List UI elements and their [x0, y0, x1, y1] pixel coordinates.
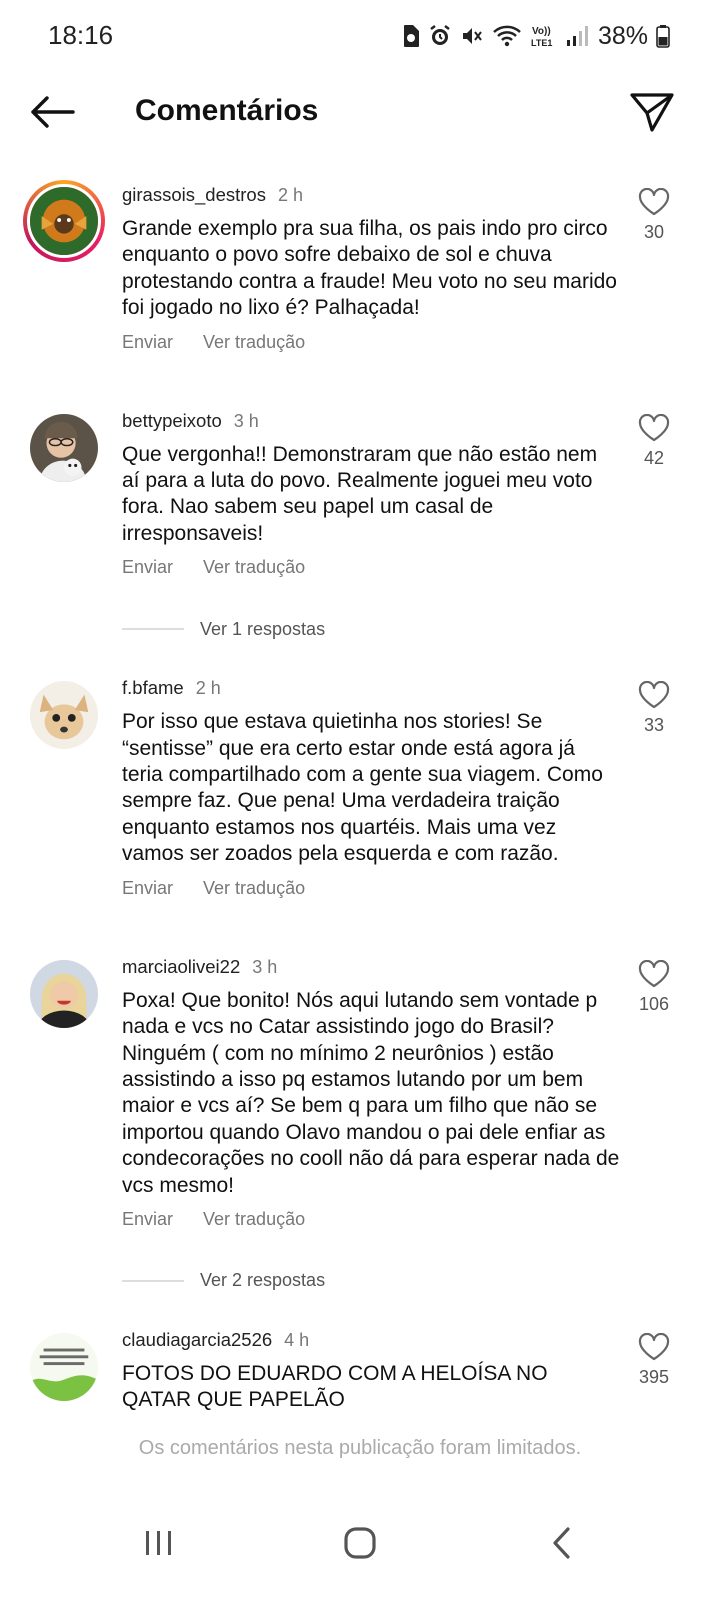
- comment-item: bettypeixoto 3 h Que vergonha!! Demonstr…: [0, 396, 720, 588]
- comment-list: girassois_destros 2 h Grande exemplo pra…: [0, 170, 720, 1427]
- status-time: 18:16: [48, 20, 114, 50]
- like-count: 30: [643, 222, 665, 242]
- like-button[interactable]: 395: [628, 1332, 680, 1388]
- comment-meta: marciaolivei22 3 h: [122, 942, 620, 988]
- like-button[interactable]: 106: [628, 959, 680, 1015]
- arrow-left-icon: [31, 96, 75, 128]
- avatar[interactable]: [30, 413, 98, 482]
- replies-divider: [122, 628, 184, 631]
- comment-text: Poxa! Que bonito! Nós aqui lutando sem v…: [122, 988, 620, 1197]
- like-count: 42: [643, 447, 665, 468]
- heart-icon: [638, 1332, 670, 1361]
- heart-icon: [638, 959, 670, 987]
- comment-actions: Enviar Ver tradução: [122, 1209, 620, 1239]
- like-button[interactable]: 30: [628, 188, 680, 243]
- like-button[interactable]: 42: [628, 413, 680, 469]
- comment-actions: Enviar Ver tradução: [122, 557, 620, 587]
- heart-icon: [638, 413, 670, 441]
- recents-icon: [146, 1531, 171, 1555]
- comment-text: Grande exemplo pra sua filha, os pais in…: [122, 217, 617, 320]
- comment-item: f.bfame 2 h Por isso que estava quietinh…: [0, 663, 720, 929]
- avatar[interactable]: [30, 1332, 98, 1401]
- view-replies-button[interactable]: Ver 2 respostas: [0, 1251, 720, 1311]
- avatar-image: [30, 1332, 98, 1401]
- timestamp: 3 h: [252, 956, 278, 977]
- status-bar: 18:16 Vo)) LTE1 38%: [0, 0, 720, 72]
- heart-icon: [638, 188, 670, 216]
- see-translation-button[interactable]: Ver tradução: [203, 1209, 305, 1239]
- share-button[interactable]: [628, 88, 676, 136]
- like-button[interactable]: 33: [628, 681, 680, 736]
- volte-lte-icon: Vo))LTE1: [531, 26, 552, 48]
- avatar-image: [30, 413, 98, 482]
- comments-limited-notice: Os comentários nesta publicação foram li…: [138, 1437, 582, 1459]
- comment-meta: f.bfame 2 h: [122, 663, 620, 709]
- back-icon: [553, 1527, 570, 1559]
- home-button[interactable]: [330, 1518, 390, 1568]
- svg-text:Vo)): Vo)): [532, 26, 551, 37]
- comment-meta: claudiagarcia2526 4 h: [122, 1315, 620, 1361]
- like-count: 395: [638, 1366, 670, 1387]
- system-back-button[interactable]: [532, 1518, 592, 1568]
- navigation-bar: [0, 1490, 720, 1600]
- sim-card-icon: [403, 25, 419, 47]
- comment-meta: bettypeixoto 3 h: [122, 396, 620, 442]
- see-translation-button[interactable]: Ver tradução: [203, 878, 305, 908]
- comment-item: marciaolivei22 3 h Poxa! Que bonito! Nós…: [0, 942, 720, 1239]
- send-icon: [630, 93, 674, 132]
- back-button[interactable]: [26, 90, 78, 134]
- recents-button[interactable]: [128, 1518, 188, 1568]
- comment-text: Que vergonha!! Demonstraram que não estã…: [122, 442, 598, 545]
- header: Comentários: [0, 72, 720, 152]
- page-title: Comentários: [135, 94, 319, 127]
- username[interactable]: claudiagarcia2526: [122, 1329, 272, 1351]
- mute-icon: [462, 28, 482, 44]
- comment-actions: Enviar Ver tradução: [122, 878, 620, 908]
- timestamp: 2 h: [195, 678, 221, 699]
- view-replies-button[interactable]: Ver 1 respostas: [0, 599, 720, 659]
- avatar-image: [30, 187, 98, 255]
- reply-button[interactable]: Enviar: [122, 557, 173, 587]
- timestamp: 3 h: [233, 410, 259, 431]
- like-count: 106: [638, 993, 670, 1014]
- reply-button[interactable]: Enviar: [122, 332, 173, 362]
- username[interactable]: girassois_destros: [122, 184, 266, 206]
- comment-item: girassois_destros 2 h Grande exemplo pra…: [0, 170, 720, 384]
- see-translation-button[interactable]: Ver tradução: [203, 332, 305, 362]
- avatar-image: [30, 681, 98, 750]
- battery-percent: 38%: [597, 21, 648, 50]
- comment-text: FOTOS DO EDUARDO COM A HELOÍSA NO QATAR …: [122, 1361, 548, 1412]
- reply-button[interactable]: Enviar: [122, 878, 173, 908]
- replies-divider: [122, 1279, 184, 1282]
- see-translation-button[interactable]: Ver tradução: [203, 557, 305, 587]
- heart-icon: [638, 681, 670, 709]
- view-replies-label: Ver 2 respostas: [200, 1270, 326, 1291]
- timestamp: 4 h: [284, 1329, 310, 1350]
- comment-text: Por isso que estava quietinha nos storie…: [122, 710, 603, 866]
- like-count: 33: [643, 715, 665, 736]
- comment-meta: girassois_destros 2 h: [122, 170, 620, 216]
- wifi-icon: [493, 25, 521, 47]
- timestamp: 2 h: [277, 185, 303, 205]
- view-replies-label: Ver 1 respostas: [200, 618, 326, 639]
- svg-text:LTE1: LTE1: [531, 38, 552, 48]
- avatar[interactable]: [30, 681, 98, 750]
- avatar[interactable]: [23, 180, 105, 262]
- home-icon: [344, 1527, 376, 1559]
- username[interactable]: marciaolivei22: [122, 956, 240, 978]
- comment-actions: Enviar Ver tradução: [122, 332, 620, 362]
- alarm-icon: [430, 25, 450, 45]
- comment-item: claudiagarcia2526 4 h FOTOS DO EDUARDO C…: [0, 1315, 720, 1414]
- avatar[interactable]: [30, 959, 98, 1028]
- battery-icon: [656, 25, 670, 48]
- status-icons: Vo)) LTE1 38%: [402, 20, 670, 52]
- username[interactable]: bettypeixoto: [122, 410, 222, 432]
- username[interactable]: f.bfame: [122, 677, 184, 699]
- avatar-image: [30, 959, 98, 1028]
- reply-button[interactable]: Enviar: [122, 1209, 173, 1239]
- signal-icon: [566, 26, 588, 46]
